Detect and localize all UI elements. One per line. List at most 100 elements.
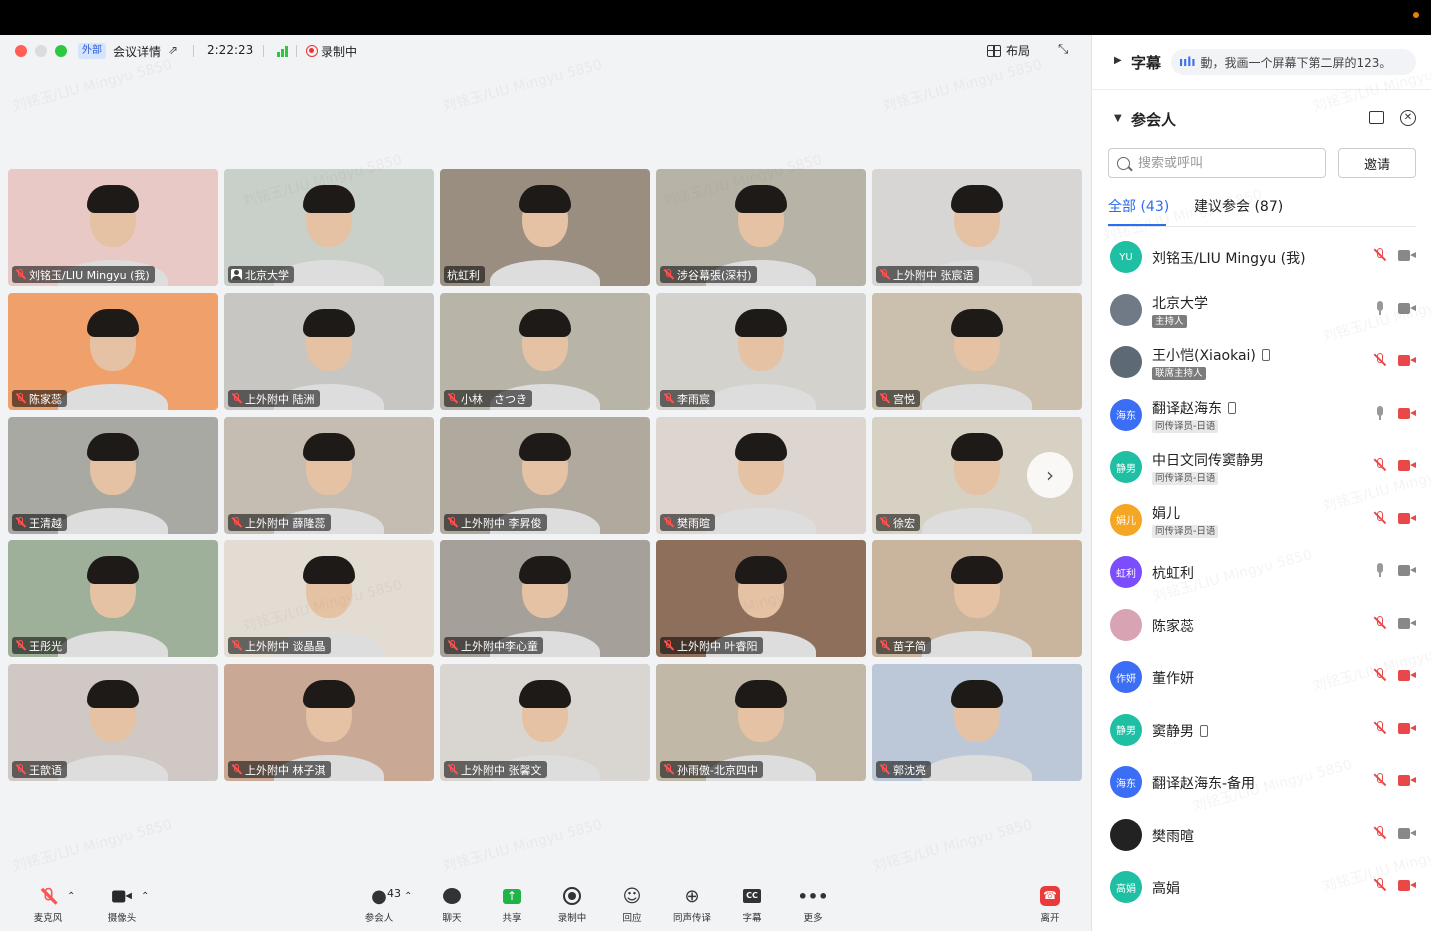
tile-name-bar: 徐宏 <box>876 514 920 531</box>
video-tile[interactable]: 樊雨暄 <box>656 417 866 534</box>
video-tile[interactable]: 郭沈亮 <box>872 664 1082 781</box>
video-tile[interactable]: 上外附中 陆洲 <box>224 293 434 410</box>
video-tile[interactable]: 王清越 <box>8 417 218 534</box>
video-tile[interactable]: 上外附中 谈晶晶 <box>224 540 434 657</box>
video-tile[interactable]: 杭虹利 <box>440 169 650 286</box>
participant-row[interactable]: YU 刘铭玉/LIU Mingyu (我) <box>1092 231 1431 284</box>
window-maximize-button[interactable] <box>55 45 67 57</box>
participant-row[interactable]: 陈家蕊 <box>1092 599 1431 652</box>
camera-off-icon[interactable] <box>1398 512 1416 524</box>
video-tile[interactable]: 宫悦 <box>872 293 1082 410</box>
camera-icon[interactable] <box>1398 250 1416 261</box>
mic-muted-icon[interactable] <box>1374 615 1386 630</box>
exit-fullscreen-icon[interactable]: ⤡ <box>1058 42 1068 57</box>
video-tile[interactable]: 王彤光 <box>8 540 218 657</box>
microphone-icon[interactable] <box>1374 405 1386 420</box>
layout-button[interactable]: 布局 <box>987 42 1030 59</box>
participant-row[interactable]: 静男 中日文同传窦静男 同传译员-日语 <box>1092 441 1431 494</box>
video-tile[interactable]: 上外附中 张宸语 <box>872 169 1082 286</box>
tile-name: 上外附中李心童 <box>461 639 538 653</box>
tile-name-bar: 王彤光 <box>12 637 67 654</box>
camera-off-icon[interactable] <box>1398 670 1416 681</box>
tab-suggested[interactable]: 建议参会 (87) <box>1194 196 1283 216</box>
window-minimize-button[interactable] <box>35 45 47 57</box>
mic-muted-icon[interactable] <box>1374 353 1386 367</box>
video-tile[interactable]: 上外附中李心童 <box>440 540 650 657</box>
share-button[interactable]: ↑ 共享 <box>482 885 542 924</box>
microphone-icon[interactable] <box>1374 563 1386 577</box>
video-tile[interactable]: 苗子简 <box>872 540 1082 657</box>
participant-row[interactable]: 高娟 高娟 <box>1092 861 1431 914</box>
camera-off-icon[interactable] <box>1398 775 1416 786</box>
camera-off-icon[interactable] <box>1398 407 1416 419</box>
participant-row[interactable]: 樊雨暄 <box>1092 809 1431 862</box>
camera-off-icon[interactable] <box>1398 460 1416 471</box>
participant-row[interactable]: 虹利 杭虹利 <box>1092 546 1431 599</box>
video-tile[interactable]: 北京大学 <box>224 169 434 286</box>
mic-muted-icon[interactable] <box>1374 825 1386 840</box>
captions-expand-icon[interactable]: ▶ <box>1114 55 1122 66</box>
share-link-icon[interactable]: ⇗ <box>168 43 178 57</box>
network-signal-icon[interactable] <box>277 45 291 57</box>
mic-muted-icon[interactable] <box>1374 720 1386 735</box>
video-tile[interactable]: 上外附中 李昇俊 <box>440 417 650 534</box>
reaction-button[interactable]: ☺ 回应 <box>602 885 662 925</box>
camera-icon[interactable] <box>1398 617 1416 629</box>
interpretation-button[interactable]: ⊕ 同声传译 <box>662 885 722 925</box>
participants-collapse-icon[interactable]: ▼ <box>1114 113 1122 124</box>
mic-muted-icon[interactable] <box>1374 878 1386 892</box>
mic-muted-icon[interactable] <box>1374 773 1386 787</box>
close-icon[interactable]: ✕ <box>1400 110 1416 126</box>
next-page-button[interactable]: › <box>1027 452 1073 498</box>
participant-row[interactable]: 北京大学 主持人 <box>1092 284 1431 337</box>
video-tile[interactable]: 涉谷幕張(深村) <box>656 169 866 286</box>
mic-muted-icon[interactable] <box>1374 668 1386 682</box>
tab-all[interactable]: 全部 (43) <box>1108 196 1169 216</box>
participant-row[interactable]: 作妍 董作妍 <box>1092 651 1431 704</box>
recording-button[interactable]: 录制中 <box>542 885 602 924</box>
mic-muted-icon[interactable] <box>1374 248 1386 262</box>
video-tile[interactable]: 上外附中 叶睿阳 <box>656 540 866 657</box>
video-tile[interactable]: 刘铭玉/LIU Mingyu (我) <box>8 169 218 286</box>
video-tile[interactable]: 小林 さつき <box>440 293 650 410</box>
recording-status[interactable]: 录制中 <box>321 43 357 60</box>
leave-button[interactable]: ☎ 离开 <box>1020 885 1080 924</box>
mic-options-caret[interactable]: ⌃ <box>67 891 75 902</box>
mic-muted-icon[interactable] <box>1374 458 1386 472</box>
video-tile[interactable]: 王歆语 <box>8 664 218 781</box>
meeting-detail-link[interactable]: 会议详情 <box>113 43 161 60</box>
search-input[interactable] <box>1138 155 1308 171</box>
video-tile[interactable]: 孙雨傲-北京四中 <box>656 664 866 781</box>
caption-preview[interactable]: ıılı 動，我画一个屏幕下第二屏的123。 <box>1171 49 1416 75</box>
video-tile[interactable]: 上外附中 薛隆蕊 <box>224 417 434 534</box>
participants-options-caret[interactable]: ⌃ <box>404 891 412 902</box>
camera-icon[interactable] <box>1398 827 1416 839</box>
participant-row[interactable]: 海东 翻译赵海东 同传译员-日语 <box>1092 389 1431 442</box>
video-tile[interactable]: 上外附中 张馨文 <box>440 664 650 781</box>
mic-muted-icon <box>15 393 26 404</box>
search-field[interactable] <box>1108 148 1326 178</box>
participant-row[interactable]: 海东 翻译赵海东-备用 <box>1092 756 1431 809</box>
microphone-icon[interactable] <box>1374 300 1386 315</box>
video-tile[interactable]: 李雨宸 <box>656 293 866 410</box>
captions-button[interactable]: CC 字幕 <box>722 885 782 924</box>
invite-button[interactable]: 邀请 <box>1338 148 1416 178</box>
camera-icon[interactable] <box>1398 565 1416 576</box>
more-button[interactable]: ••• 更多 <box>783 885 843 925</box>
video-tile[interactable]: 陈家蕊 <box>8 293 218 410</box>
mic-muted-icon[interactable] <box>1374 510 1386 525</box>
camera-off-icon[interactable] <box>1398 880 1416 891</box>
video-tile[interactable]: 上外附中 林子淇 <box>224 664 434 781</box>
camera-off-icon[interactable] <box>1398 722 1416 734</box>
participant-name-text: 樊雨暄 <box>1152 828 1194 845</box>
camera-off-icon[interactable] <box>1398 355 1416 366</box>
window-close-button[interactable] <box>15 45 27 57</box>
participant-row[interactable]: 娟儿 娟儿 同传译员-日语 <box>1092 494 1431 547</box>
captions-title[interactable]: 字幕 <box>1131 52 1161 73</box>
participant-row[interactable]: 静男 窦静男 <box>1092 704 1431 757</box>
camera-options-caret[interactable]: ⌃ <box>141 891 149 902</box>
chat-button[interactable]: 聊天 <box>422 885 482 924</box>
camera-icon[interactable] <box>1398 302 1416 314</box>
popout-icon[interactable] <box>1369 111 1384 124</box>
participant-row[interactable]: 王小恺(Xiaokai) 联席主持人 <box>1092 336 1431 389</box>
